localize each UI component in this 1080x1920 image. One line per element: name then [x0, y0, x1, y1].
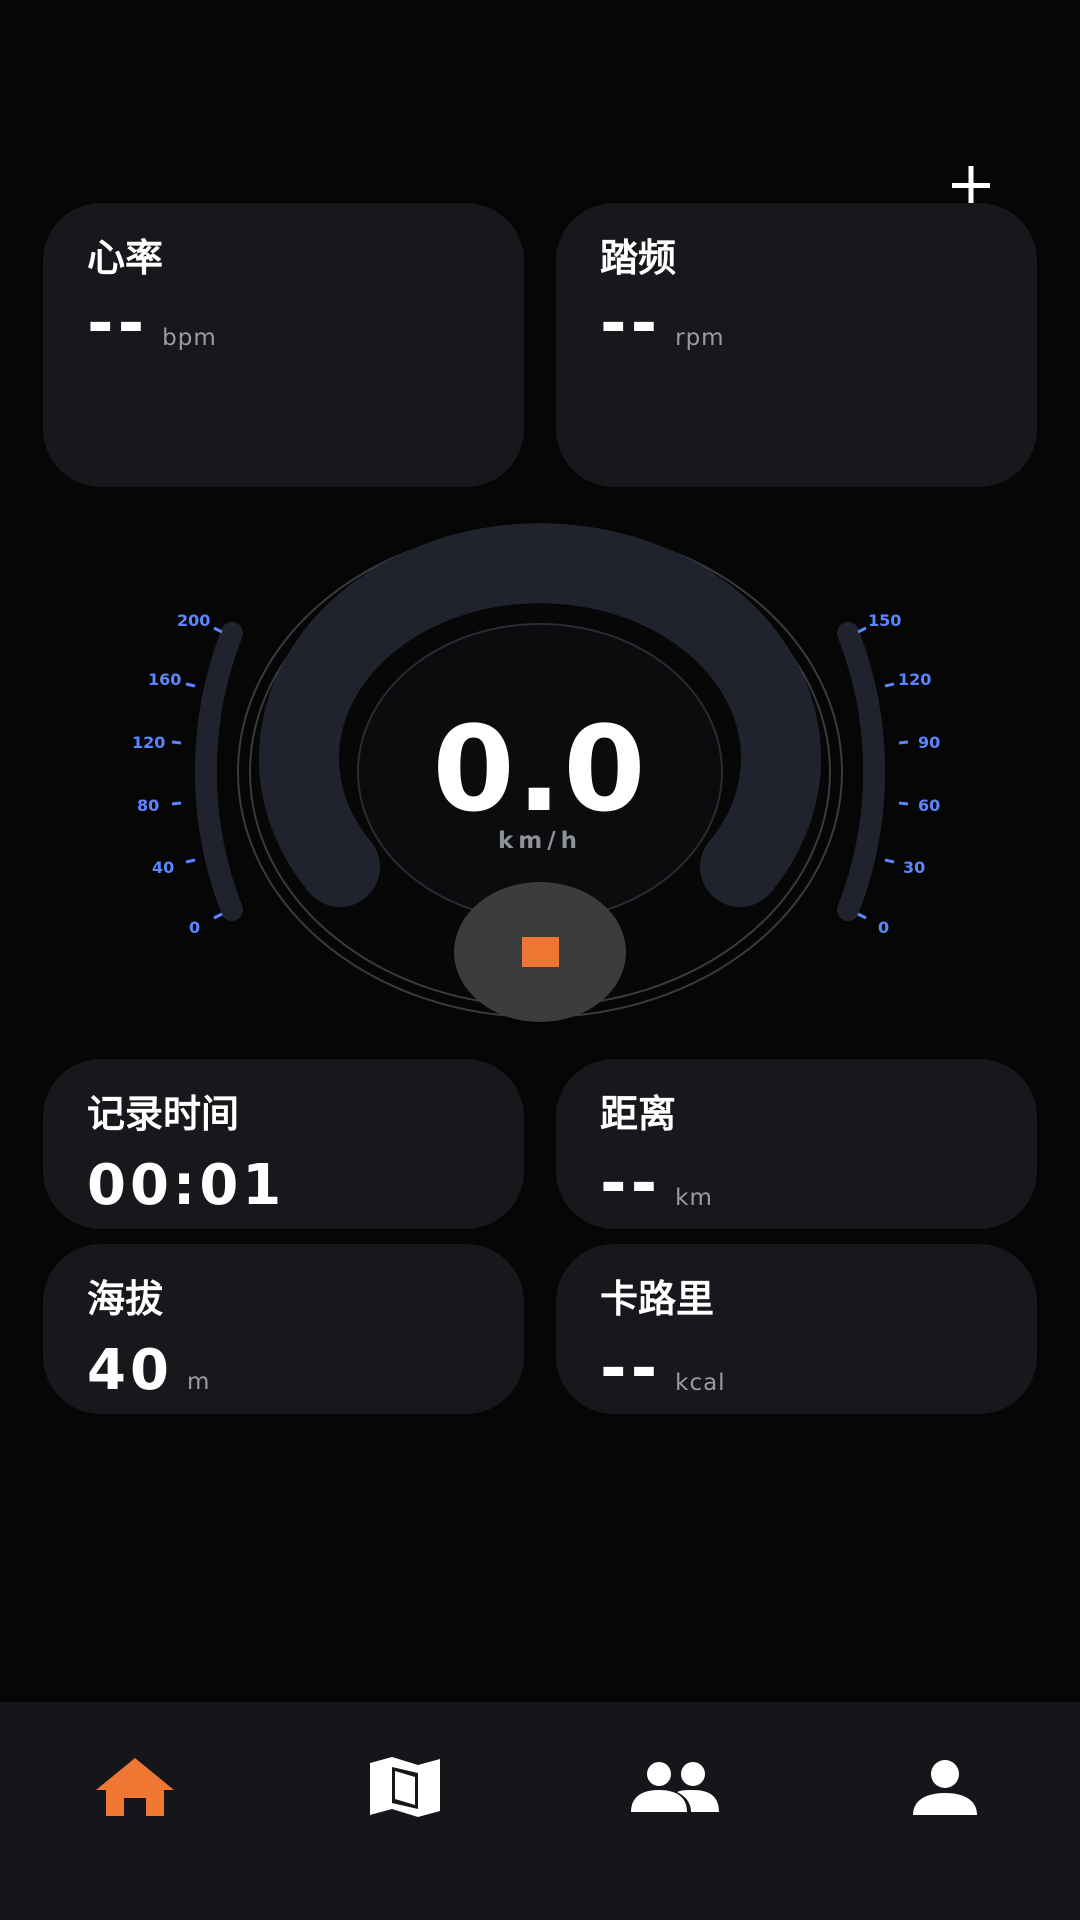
heart-rate-title: 心率 — [87, 236, 164, 280]
tab-group[interactable] — [615, 1732, 735, 1842]
right-tick-label: 60 — [918, 796, 940, 815]
calories-title: 卡路里 — [600, 1277, 715, 1321]
tab-home[interactable] — [75, 1732, 195, 1842]
bottom-tab-bar — [0, 1702, 1080, 1920]
right-scale-arc — [837, 622, 886, 921]
record-time-value: 00:01 — [87, 1153, 286, 1218]
distance-unit: km — [675, 1185, 713, 1211]
left-tick-label: 200 — [177, 611, 210, 630]
stop-icon — [522, 937, 559, 967]
cadence-title: 踏频 — [600, 236, 677, 280]
calories-value: -- — [600, 1332, 662, 1406]
stop-button[interactable] — [454, 882, 626, 1022]
heart-rate-value: -- — [87, 287, 149, 361]
calories-value-row: -- kcal — [600, 1332, 726, 1406]
tab-map[interactable] — [345, 1732, 465, 1842]
left-tick-label: 160 — [148, 670, 181, 689]
calories-card[interactable]: 卡路里 -- kcal — [556, 1244, 1037, 1414]
speed-unit: km/h — [497, 828, 583, 854]
right-tick-label: 150 — [868, 611, 901, 630]
screen: 心率 -- bpm 踏频 -- rpm 200 160 120 80 40 0 … — [0, 0, 1080, 1920]
cadence-value: -- — [600, 287, 662, 361]
heart-rate-unit: bpm — [162, 325, 217, 351]
right-tick-label: 30 — [903, 858, 925, 877]
person-icon — [913, 1760, 977, 1815]
altitude-card[interactable]: 海拔 40 m — [43, 1244, 524, 1414]
group-icon — [631, 1762, 719, 1812]
altitude-unit: m — [186, 1369, 211, 1395]
distance-title: 距离 — [600, 1092, 677, 1136]
tab-profile[interactable] — [885, 1732, 1005, 1842]
heart-rate-value-row: -- bpm — [87, 287, 217, 361]
right-tick-label: 90 — [918, 733, 940, 752]
cadence-value-row: -- rpm — [600, 287, 725, 361]
altitude-value: 40 — [87, 1338, 173, 1403]
cadence-unit: rpm — [675, 325, 725, 351]
heart-rate-card[interactable]: 心率 -- bpm — [43, 203, 524, 487]
right-tick-label: 120 — [898, 670, 931, 689]
record-time-card[interactable]: 记录时间 00:01 — [43, 1059, 524, 1229]
distance-card[interactable]: 距离 -- km — [556, 1059, 1037, 1229]
altitude-value-row: 40 m — [87, 1338, 210, 1403]
left-tick-label: 40 — [152, 858, 174, 877]
left-tick-label: 0 — [189, 918, 200, 937]
home-icon — [96, 1758, 174, 1816]
altitude-title: 海拔 — [87, 1277, 164, 1321]
speed-value: 0.0 — [432, 700, 648, 838]
calories-unit: kcal — [675, 1370, 726, 1396]
left-tick-label: 80 — [137, 796, 159, 815]
distance-value: -- — [600, 1147, 662, 1221]
map-icon — [370, 1757, 440, 1817]
record-time-title: 记录时间 — [87, 1092, 240, 1136]
distance-value-row: -- km — [600, 1147, 713, 1221]
cadence-card[interactable]: 踏频 -- rpm — [556, 203, 1037, 487]
left-tick-label: 120 — [132, 733, 165, 752]
right-tick-label: 0 — [878, 918, 889, 937]
left-scale-arc — [194, 622, 243, 921]
